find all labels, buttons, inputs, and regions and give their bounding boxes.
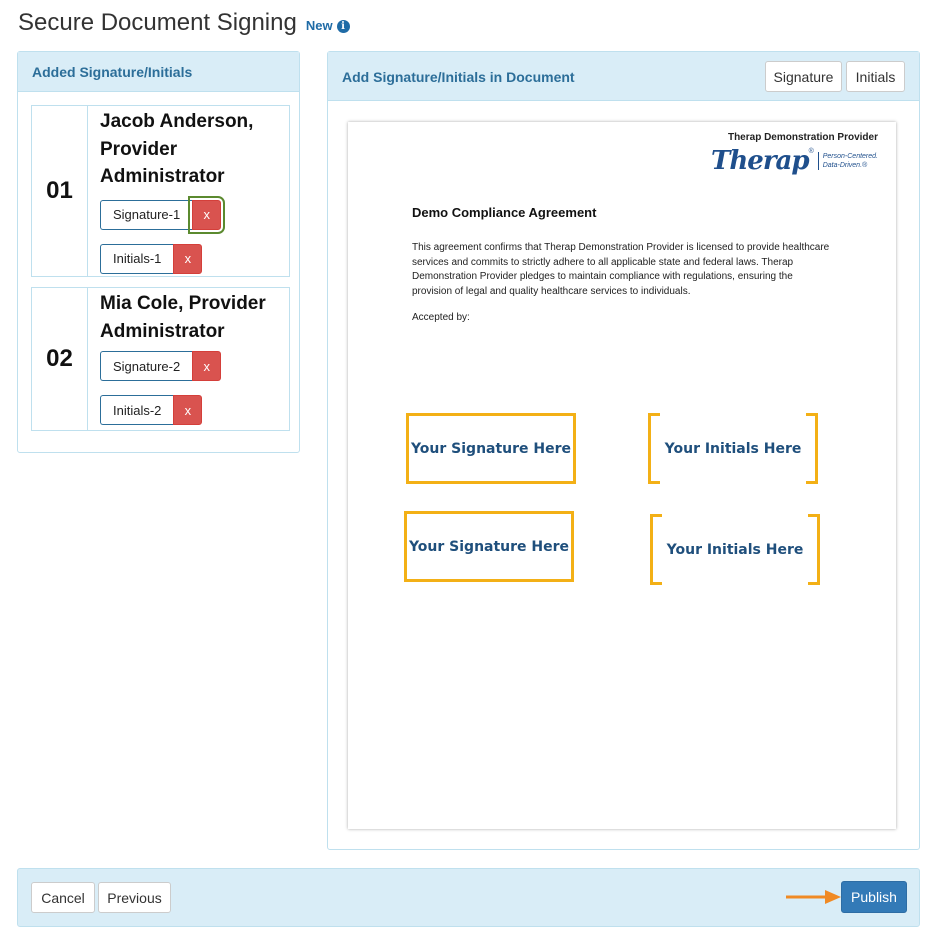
added-signatures-header: Added Signature/Initials	[18, 52, 299, 92]
logo-tagline: Person-Centered. Data-Driven.®	[817, 152, 878, 170]
signature-tag: Signature-2 x	[100, 351, 289, 381]
page-header: Secure Document Signing New i	[18, 9, 350, 41]
add-signature-button[interactable]: Signature	[765, 61, 842, 92]
initials-placeholder-label: Your Initials Here	[666, 541, 804, 558]
document-panel-title: Add Signature/Initials in Document	[342, 69, 575, 85]
previous-button[interactable]: Previous	[98, 882, 171, 913]
user-name: Mia Cole, Provider Administrator	[100, 293, 266, 342]
initials-tag: Initials-1 x	[100, 243, 289, 274]
signature-tag: Signature-1 x	[100, 195, 289, 234]
publish-button[interactable]: Publish	[841, 881, 907, 913]
logo-tagline-line-2: Data-Driven.	[822, 162, 863, 169]
bracket-left	[648, 413, 660, 484]
document-panel: Add Signature/Initials in Document Signa…	[327, 51, 920, 850]
initials-placeholder[interactable]: Your Initials Here	[648, 413, 818, 484]
signature-placeholder[interactable]: Your Signature Here	[406, 413, 576, 484]
initials-tag-label: Initials-2	[100, 395, 174, 425]
cancel-button[interactable]: Cancel	[31, 882, 95, 913]
remove-initials-button[interactable]: x	[173, 395, 203, 425]
new-badge: New	[305, 18, 333, 33]
logo-tagline-line-1: Person-Centered.	[822, 153, 878, 160]
logo-wordmark: Therap	[711, 146, 810, 176]
initials-tag: Initials-2 x	[100, 395, 289, 425]
remove-signature-button[interactable]: x	[192, 351, 222, 381]
logo-registered-mark: ®	[808, 147, 814, 155]
added-signatures-panel: Added Signature/Initials 01 Jacob Anders…	[17, 51, 300, 453]
provider-name: Therap Demonstration Provider	[727, 132, 878, 143]
bracket-right	[806, 413, 818, 484]
user-number: 02	[32, 288, 88, 430]
logo-tagline-mark: ®	[862, 162, 868, 169]
accepted-by-label: Accepted by:	[412, 312, 470, 323]
remove-initials-button[interactable]: x	[173, 243, 203, 274]
user-card: 02 Mia Cole, Provider Administrator Sign…	[31, 287, 290, 431]
bracket-left	[650, 514, 662, 585]
add-initials-button[interactable]: Initials	[846, 61, 905, 92]
initials-placeholder-label: Your Initials Here	[664, 440, 802, 457]
signature-tag-label: Signature-2	[100, 351, 193, 381]
remove-signature-button[interactable]: x	[188, 195, 226, 234]
user-number: 01	[32, 106, 88, 276]
document-title: Demo Compliance Agreement	[412, 205, 597, 220]
signature-placeholder[interactable]: Your Signature Here	[404, 511, 574, 582]
arrow-head	[825, 890, 841, 904]
arrow-right-icon	[786, 890, 841, 904]
document-panel-header: Add Signature/Initials in Document Signa…	[328, 52, 919, 101]
signature-tag-label: Signature-1	[100, 199, 193, 230]
bracket-right	[808, 514, 820, 585]
initials-placeholder[interactable]: Your Initials Here	[650, 514, 820, 585]
initials-tag-label: Initials-1	[100, 243, 174, 274]
page-title: Secure Document Signing	[18, 9, 297, 36]
info-circle-icon[interactable]: i	[336, 20, 350, 33]
user-card: 01 Jacob Anderson, Provider Administrato…	[31, 105, 290, 277]
document-page[interactable]: Therap Demonstration Provider Therap ® Pe…	[348, 122, 896, 829]
document-body: This agreement confirms that Therap Demo…	[412, 242, 830, 297]
user-name: Jacob Anderson, Provider Administrator	[100, 111, 254, 187]
therap-logo: Therap ® Person-Centered. Data-Driven.®	[711, 146, 878, 176]
